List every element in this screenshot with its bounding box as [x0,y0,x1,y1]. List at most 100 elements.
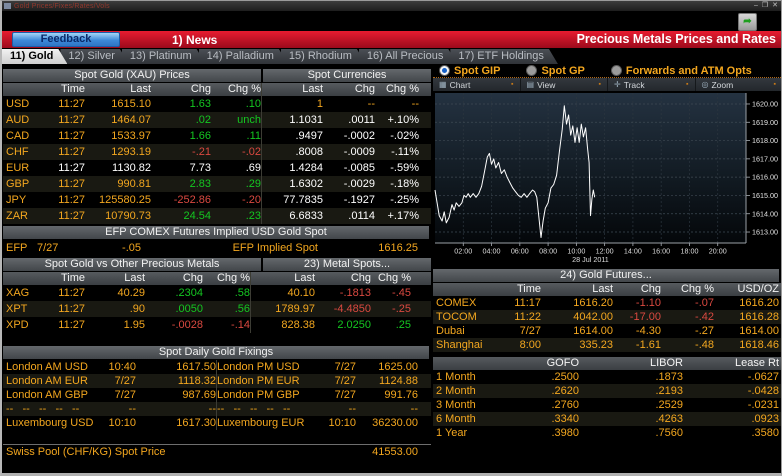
table-row[interactable]: COMEX 11:17 1616.20 -1.10 -.07 1616.20 [433,296,781,310]
table-row[interactable]: XPT 11:27.90.0050.56 1789.97 -4.4850 -.25 [3,301,431,317]
column-header: Chg % [680,283,714,295]
tab-bar: 11) Gold 12) Silver 13) Platinum 14) Pallad… [2,48,781,64]
table-row[interactable]: 1 Month .2500.1873 -.0627 [433,370,781,384]
chart-mode-radio-group: Spot GIP Spot GP Forwards and ATM Opts [433,64,781,77]
table-row[interactable]: JPY 11:27 125580.25 -252.86 -.20 77.7835 -.192… [3,192,431,208]
chart-panel: ▦ Chart ▪ ▤ View ▪ ✛ Track ▪ ◎ Zoom ▪ 02:00 04:00 06:… [433,77,782,267]
svg-text:1618.00: 1618.00 [752,136,778,145]
table-row[interactable]: XAG 11:27 40.29.2304.58 40.10 -.1813 -.45 [3,285,431,301]
chart-menu-label: View [537,79,556,90]
section-title: EFP COMEX Futures Implied USD Gold Spot [3,226,429,239]
table-row[interactable]: London AM USD 10:40 1617.50 London PM USD 7/… [3,360,431,374]
chart-menu-chart[interactable]: ▦ Chart ▪ [433,78,521,91]
column-header: Time [516,283,541,295]
svg-text:1613.00: 1613.00 [752,228,778,237]
view-icon: ▤ [526,80,535,89]
table-row[interactable]: CHF 11:27 1293.19 -.21 -.02.8008 -.0009 -.11% [3,144,431,160]
svg-text:06:00: 06:00 [511,247,529,256]
table-row[interactable]: 6 Month .3340.4263.0923 [433,412,781,426]
tab-palladium[interactable]: 14) Palladium [199,49,288,64]
radio-icon [526,65,538,76]
table-row[interactable]: XPD 11:27 1.95 -.0028 -.14 828.38 2.0250.25 [3,317,431,333]
minimize-button[interactable]: – [754,1,758,11]
swiss-pool-row: Swiss Pool (CHF/KG) Spot Price 41553.00 [3,444,431,460]
table-row[interactable]: ZAR 11:27 10790.73 24.54.23 6.6833.0114 +.17% [3,208,431,224]
table-row[interactable]: USD 11:27 1615.10 1.63.10 1 -- -- [3,96,431,112]
table-row[interactable]: 3 Month .2760.2529 -.0231 [433,398,781,412]
column-header: Chg % [227,83,261,95]
launch-icon[interactable]: ➦ [738,13,757,31]
chart-toolbar: ▦ Chart ▪ ▤ View ▪ ✛ Track ▪ ◎ Zoom ▪ [433,78,782,91]
feedback-button[interactable]: Feedback [12,32,120,47]
chart-menu-view[interactable]: ▤ View ▪ [521,78,608,91]
section-title: Spot Daily Gold Fixings [3,346,429,359]
zoom-icon: ◎ [701,80,709,89]
gold-futures-table: 24) Gold Futures... Time Last Chg Chg % USD/O… [433,269,781,352]
table-row[interactable]: GBP 11:27 990.81 2.83.29 1.6302 -.0029 -.18% [3,176,431,192]
column-header: Chg [190,83,211,95]
section-title-link[interactable]: 23) Metal Spots... [263,258,431,271]
column-header: Chg % [216,272,250,284]
tab-gold[interactable]: 11) Gold [2,49,67,64]
app-icon [4,3,11,9]
price-chart[interactable]: 02:00 04:00 06:00 08:00 10:00 12:00 14:00 16:00… [433,91,781,267]
radio-spot-gip[interactable]: Spot GIP [439,65,500,77]
menu-bar: Feedback 1) News Precious Metals Prices … [2,31,781,48]
tab-etf-holdings[interactable]: 17) ETF Holdings [450,49,558,64]
svg-text:18:00: 18:00 [680,247,698,256]
svg-text:1619.00: 1619.00 [752,118,778,127]
column-header: Last [261,83,323,96]
tab-rhodium[interactable]: 15) Rhodium [281,49,366,64]
window-title: Gold Prices/Fixes/Rates/Vols [14,2,110,10]
table-row[interactable]: 1 Year .3980.7560.3580 [433,426,781,440]
column-header: Last [130,83,151,95]
column-header: GOFO [546,357,579,369]
table-row[interactable]: Swiss Pool (CHF/KG) Spot Price 41553.00 [3,445,431,460]
tab-silver[interactable]: 12) Silver [60,49,128,64]
radio-spot-gp[interactable]: Spot GP [526,64,585,77]
column-header: Last [250,272,315,285]
radio-forwards-and-atm-opts[interactable]: Forwards and ATM Opts [610,65,752,77]
table-row[interactable]: -- -- -- -- -- -- -- -- -- -- -- -- -- -- [3,402,431,416]
left-panel: Spot Gold (XAU) Prices Spot Currencies Tim… [2,64,431,473]
table-row[interactable]: Shanghai 8:00 335.23 -1.61 -.48 1618.46 [433,338,781,352]
table-row[interactable]: CAD 11:27 1533.97 1.66.11.9497 -.0002 -.02% [3,128,431,144]
svg-text:04:00: 04:00 [483,247,501,256]
menu-marker-icon: ▪ [773,81,776,88]
terminal-window: Gold Prices/Fixes/Rates/Vols – ❐ ✕ ➦ Fee… [0,0,782,476]
svg-text:14:00: 14:00 [624,247,642,256]
efp-table: EFP COMEX Futures Implied USD Gold Spot E… [3,226,431,256]
table-row[interactable]: 2 Month .2620.2193 -.0428 [433,384,781,398]
tab-all-precious[interactable]: 16) All Precious [359,49,457,64]
svg-text:20:00: 20:00 [709,247,727,256]
table-row[interactable]: London AM EUR 7/27 1118.32 London PM EUR 7/2… [3,374,431,388]
svg-text:28 Jul 2011: 28 Jul 2011 [572,255,609,262]
chart-menu-track[interactable]: ✛ Track ▪ [608,78,696,91]
table-row[interactable]: EFP 7/27 -.05 EFP Implied Spot 1616.25 [3,240,431,256]
table-row[interactable]: London AM GBP 7/27 987.69 London PM GBP 7/27… [3,388,431,402]
window-titlebar: Gold Prices/Fixes/Rates/Vols – ❐ ✕ [2,1,781,11]
maximize-button[interactable]: ❐ [762,1,768,11]
section-title-link[interactable]: 24) Gold Futures... [433,269,779,282]
radio-icon [610,65,622,76]
column-header: Lease Rt [734,357,779,369]
table-row[interactable]: Dubai 7/27 1614.00 -4.30 -.27 1614.00 [433,324,781,338]
chart-menu-zoom[interactable]: ◎ Zoom ▪ [696,78,782,91]
tab-platinum[interactable]: 13) Platinum [122,49,206,64]
column-header: Time [60,83,85,95]
radio-label: Spot GIP [454,64,501,77]
table-row[interactable]: EUR 11:27 1130.82 7.73.69 1.4284 -.0085 -.59% [3,160,431,176]
column-header [3,272,37,285]
svg-text:16:00: 16:00 [652,247,670,256]
table-row[interactable]: AUD 11:27 1464.07.02 unch 1.1031.0011 +.10% [3,112,431,128]
table-row[interactable]: Luxembourg USD 10:10 1617.30 Luxembourg EUR… [3,416,431,430]
radio-label: Spot GP [541,64,585,77]
column-header: LIBOR [649,357,683,369]
table-row[interactable]: TOCOM 11:22 4042.00 -17.00 -.42 1616.28 [433,310,781,324]
top-strip: ➦ [2,11,781,31]
news-button[interactable]: 1) News [172,33,217,47]
right-panel: Spot GIP Spot GP Forwards and ATM Opts ▦ Ch… [433,64,782,473]
close-button[interactable]: ✕ [772,1,778,11]
main-content: Spot Gold (XAU) Prices Spot Currencies Tim… [2,64,781,473]
section-title: Spot Currencies [263,69,431,82]
